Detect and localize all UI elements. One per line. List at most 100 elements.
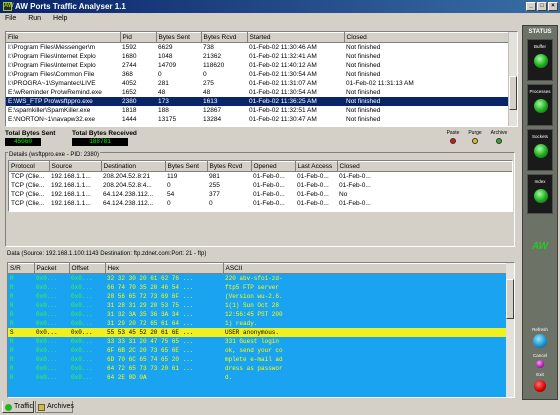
table-cell: Not finished (346, 107, 381, 114)
column-header[interactable]: Started (247, 32, 345, 43)
packet-row[interactable]: R 0x0... 0x0... 66 74 70 35 20 46 54 ... ftp… (8, 283, 508, 292)
table-cell: 48 (158, 89, 166, 96)
indicator-label: Archive (490, 130, 508, 136)
column-header[interactable]: Offset (69, 263, 106, 274)
packet-row[interactable]: R 0x0... 0x0... 31 28 31 29 20 53 75 ... 1(1… (8, 301, 508, 310)
indicator-light-icon[interactable] (496, 138, 502, 144)
table-cell: 01-Feb-02 11:30:54 AM (249, 89, 317, 96)
packet-row[interactable]: R 0x0... 0x0... 64 72 65 73 73 20 61 ... dre… (8, 364, 508, 373)
scrollbar-thumb[interactable] (506, 279, 514, 319)
table-cell: E:\NORTON~1\navapw32.exe (8, 116, 96, 123)
column-header[interactable]: Opened (251, 161, 296, 172)
table-cell: 173 (156, 97, 201, 106)
table-cell: 281 (158, 80, 169, 87)
table-cell: 01-Feb-0... (253, 200, 285, 207)
table-cell: E:\wReminder Pro\wRemind.exe (8, 89, 102, 96)
table-cell: d. (223, 373, 508, 382)
column-header[interactable]: Bytes Sent (156, 32, 202, 43)
table-cell: 0x0... (34, 301, 69, 310)
refresh-button[interactable] (533, 334, 547, 348)
refresh-label: Refresh (532, 327, 548, 332)
column-header[interactable]: File (6, 32, 121, 43)
process-row[interactable]: E:\wReminder Pro\wRemind.exe 1652 48 48 01-F… (6, 88, 510, 97)
table-cell: 118620 (203, 62, 225, 69)
hex-dump-view[interactable]: S/R Packet Offset Hex ASCII R 0x0... 0x0... 32 … (7, 262, 515, 398)
connection-row[interactable]: TCP (Clie... 192.168.1.1... 208.204.52.8:4… (9, 181, 512, 190)
connection-row[interactable]: TCP (Clie... 192.168.1.1... 64.124.238.112… (9, 199, 512, 208)
indicator-light-icon[interactable] (450, 138, 456, 144)
packet-row[interactable]: R 0x0... 0x0... 6F 6B 2C 20 73 65 6E ... ok,… (8, 346, 508, 355)
tab-archives-label: Archives (47, 403, 74, 410)
column-header[interactable]: Protocol (9, 161, 50, 172)
column-header[interactable]: Destination (101, 161, 166, 172)
process-row[interactable]: I:\Program Files\Messenger\m 1592 6629 738 0… (6, 43, 510, 53)
status-index: Index (527, 174, 553, 214)
packet-row[interactable]: S 0x0... 0x0... 55 53 45 52 20 61 6E ... USE… (8, 328, 508, 337)
process-row[interactable]: I:\Program Files\Internet Explo 2744 14709… (6, 61, 510, 70)
packet-row[interactable]: R 0x0... 0x0... 31 29 20 72 65 61 64 ... 1) … (8, 319, 508, 328)
column-header[interactable]: Closed (344, 32, 511, 43)
table-cell: 0x0... (34, 346, 69, 355)
packet-row[interactable]: R 0x0... 0x0... 33 33 31 20 47 75 65 ... 331… (8, 337, 508, 346)
process-row[interactable]: I:\PROGRA~1\Symantec\LIVE 4052 281 275 01-Fe… (6, 79, 510, 88)
process-list-scrollbar[interactable] (508, 32, 517, 126)
column-header[interactable]: Pid (120, 32, 157, 43)
exit-button[interactable] (534, 380, 546, 392)
table-cell: 64 2E 0D 0A (105, 373, 223, 382)
tab-archives[interactable]: Archives (35, 401, 74, 413)
hex-scrollbar[interactable] (506, 263, 514, 397)
packet-row[interactable]: R 0x0... 0x0... 31 32 3A 35 36 3A 34 ... 12:… (8, 310, 508, 319)
column-header[interactable]: Bytes Rcvd (207, 161, 252, 172)
column-header[interactable]: Closed (337, 161, 512, 172)
scrollbar-thumb[interactable] (509, 76, 517, 110)
table-cell: 01-Feb-02 11:32:51 AM (249, 107, 317, 114)
connection-row[interactable]: TCP (Clie... 192.168.1.1... 64.124.238.112… (9, 190, 512, 199)
traffic-tab-icon (5, 404, 12, 411)
table-cell: E:\spamkiller\SpamKiller.exe (8, 107, 91, 114)
indicator-light-icon[interactable] (472, 138, 478, 144)
process-row[interactable]: E:\NORTON~1\navapw32.exe 1444 13175 13284 01… (6, 115, 510, 124)
process-row[interactable]: E:\WS_FTP Pro\wsftppro.exe 2380 173 1613 01-… (6, 97, 510, 106)
minimize-button[interactable]: _ (526, 2, 536, 11)
status-led-icon (534, 54, 548, 68)
table-cell: 0x0... (69, 373, 105, 382)
table-cell: 368 (122, 71, 133, 78)
table-cell: I:\Program Files\Internet Explo (8, 53, 96, 60)
table-cell: R (8, 283, 34, 292)
connection-list[interactable]: Protocol Source Destination Bytes Sent Bytes… (8, 160, 513, 212)
column-header[interactable]: Source (49, 161, 102, 172)
table-cell: 0x0... (69, 283, 105, 292)
packet-row[interactable]: R 0x0... 0x0... 64 2E 0D 0A d. (8, 373, 508, 382)
table-cell: 6629 (158, 44, 173, 51)
table-cell: 0x0... (69, 273, 105, 283)
menu-run[interactable]: Run (23, 13, 46, 24)
process-list[interactable]: File Pid Bytes Sent Bytes Rcvd Started Closed… (5, 31, 518, 127)
column-header[interactable]: Hex (105, 263, 224, 274)
packet-row[interactable]: R 0x0... 0x0... 28 56 65 72 73 69 6F ... (Ve… (8, 292, 508, 301)
table-cell: 01-Feb-02 11:31:13 AM (346, 80, 414, 87)
column-header[interactable]: ASCII (223, 263, 509, 274)
table-cell: 0x0... (34, 355, 69, 364)
process-row[interactable]: E:\spamkiller\SpamKiller.exe 1818 188 12867… (6, 106, 510, 115)
table-cell: 12867 (203, 107, 222, 114)
process-row[interactable]: I:\Program Files\Common File 368 0 0 01-Feb-… (6, 70, 510, 79)
column-header[interactable]: S/R (8, 263, 35, 274)
column-header[interactable]: Packet (34, 263, 70, 274)
column-header[interactable]: Bytes Rcvd (201, 32, 248, 43)
menu-help[interactable]: Help (48, 13, 72, 24)
maximize-button[interactable]: □ (537, 2, 547, 11)
column-header[interactable]: Bytes Sent (165, 161, 208, 172)
table-cell: 192.168.1.1... (51, 200, 91, 207)
connection-row[interactable]: TCP (Clie... 192.168.1.1... 208.204.52.8:2… (9, 172, 512, 182)
table-cell: 1680 (122, 53, 137, 60)
packet-row[interactable]: R 0x0... 0x0... 6D 70 6C 65 74 65 20 ... mpl… (8, 355, 508, 364)
table-cell: 01-Feb-02 11:32:41 AM (249, 53, 317, 60)
menu-file[interactable]: File (0, 13, 21, 24)
packet-row[interactable]: R 0x0... 0x0... 32 32 30 20 61 62 76 ... 220… (8, 273, 508, 283)
column-header[interactable]: Last Access (295, 161, 338, 172)
tab-traffic[interactable]: Traffic (2, 401, 34, 413)
close-button[interactable]: × (548, 2, 558, 11)
table-cell: TCP (Clie... (11, 200, 45, 207)
process-row[interactable]: I:\Program Files\Internet Explo 1680 1048 2… (6, 52, 510, 61)
cancel-button[interactable] (536, 360, 544, 368)
